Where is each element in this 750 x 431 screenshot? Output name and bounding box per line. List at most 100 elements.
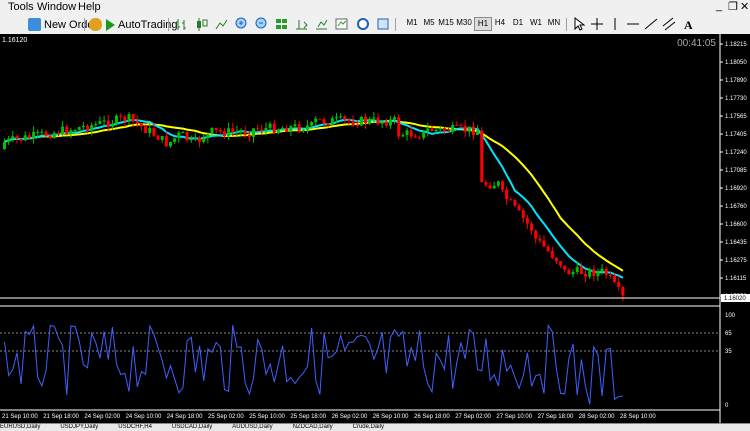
candle-body (32, 131, 36, 138)
candle-body (459, 125, 463, 127)
candle-body (442, 128, 446, 131)
chart-tab[interactable]: USDJPY,Daily (60, 424, 98, 430)
candle-body (164, 136, 168, 147)
candle-body (3, 141, 6, 149)
tf-m15[interactable]: M15 (438, 18, 454, 27)
zoom-in-icon[interactable] (235, 17, 247, 29)
candle-body (264, 127, 268, 132)
x-tick-label: 27 Sep 10:00 (496, 414, 532, 420)
line-chart-icon[interactable] (215, 19, 228, 30)
candle-body (484, 182, 488, 186)
autotrading-button[interactable]: AutoTrading (89, 17, 178, 32)
tf-m30[interactable]: M30 (456, 18, 472, 27)
candle-body (247, 134, 251, 137)
candle-body (102, 120, 106, 122)
cursor-icon[interactable] (574, 17, 586, 31)
x-tick-label: 27 Sep 18:00 (538, 414, 574, 420)
menu-tools[interactable]: Tools (8, 1, 34, 13)
text-tool-icon[interactable]: A (684, 18, 693, 32)
x-tick-label: 21 Sep 18:00 (43, 414, 79, 420)
candle-body (413, 136, 417, 138)
candle-body (256, 128, 260, 130)
candle-body (588, 269, 592, 277)
candle-body (27, 135, 31, 138)
price-label: 1.16120 (2, 37, 27, 44)
candle-body (310, 122, 314, 126)
candle-body (56, 132, 60, 135)
chart-tab[interactable]: NZDCAD,Daily (293, 424, 333, 430)
price-chart[interactable]: 1.16120 00:41:05 1.18215 1.18050 1.17890 1.17… (0, 34, 750, 423)
tf-m5[interactable]: M5 (421, 18, 437, 27)
chart-tab[interactable]: AUDUSD,Daily (232, 424, 272, 430)
candle-body (563, 265, 567, 270)
candle-body (380, 121, 384, 124)
candle-body (40, 131, 44, 133)
candle-body (52, 132, 56, 139)
y-tick-label: 1.16600 (725, 222, 747, 228)
candle-body (110, 123, 114, 127)
chart-tab[interactable]: USDCAD,Daily (172, 424, 212, 430)
candle-body (65, 126, 69, 134)
candle-body (542, 240, 546, 247)
candle-body (575, 267, 579, 272)
new-order-button[interactable]: New Order (28, 17, 97, 32)
tile-windows-icon[interactable] (276, 19, 287, 29)
minimize-icon[interactable]: _ (716, 0, 722, 12)
candle-body (139, 123, 143, 127)
candle-body (61, 126, 65, 135)
osc-tick-label: 65 (725, 331, 732, 337)
templates-icon[interactable] (377, 18, 389, 30)
autotrading-icon (89, 18, 102, 31)
chart-shift-icon[interactable] (296, 20, 308, 30)
candle-body (285, 127, 289, 132)
autoscroll-icon[interactable] (316, 19, 328, 30)
candle-body (534, 230, 538, 239)
y-tick-label: 1.17890 (725, 78, 747, 84)
tf-d1[interactable]: D1 (510, 18, 526, 27)
chart-tab[interactable]: EURUSD,Daily (0, 424, 40, 430)
candle-body (81, 125, 85, 128)
candle-body (227, 128, 231, 137)
candle-body (218, 130, 222, 132)
candle-body (48, 135, 52, 139)
candle-body (567, 269, 571, 275)
candle-body (7, 138, 11, 142)
chart-tab[interactable]: USDCHF,H4 (118, 424, 152, 430)
candlestick-icon[interactable] (197, 18, 208, 31)
tf-w1[interactable]: W1 (528, 18, 544, 27)
tf-m1[interactable]: M1 (404, 18, 420, 27)
menu-window[interactable]: Window (37, 1, 76, 13)
y-tick-label: 1.17085 (725, 168, 747, 174)
restore-icon[interactable]: ❐ (728, 0, 738, 13)
bar-timer: 00:41:05 (677, 38, 716, 49)
osc-tick-label: 100 (725, 313, 736, 319)
indicators-icon[interactable] (335, 18, 348, 30)
crosshair-icon[interactable] (591, 18, 603, 30)
candle-body (127, 114, 131, 122)
menu-help[interactable]: Help (78, 1, 101, 13)
channel-icon[interactable] (662, 17, 676, 31)
y-tick-label: 1.17565 (725, 114, 747, 120)
candle-body (268, 123, 272, 128)
zoom-out-icon[interactable] (255, 17, 267, 29)
candle-body (318, 118, 322, 120)
candle-body (276, 129, 280, 133)
periods-icon[interactable] (357, 18, 369, 30)
candle-body (185, 132, 189, 141)
candle-body (343, 116, 347, 120)
tf-h1[interactable]: H1 (474, 17, 492, 31)
close-icon[interactable]: ✕ (740, 0, 749, 13)
candle-body (335, 117, 338, 119)
candle-body (359, 116, 363, 126)
tf-h4[interactable]: H4 (492, 18, 508, 27)
candle-body (169, 141, 172, 147)
candle-body (69, 130, 73, 134)
candle-body (388, 119, 392, 126)
candle-body (222, 131, 226, 137)
trendline-icon[interactable] (644, 18, 658, 30)
candle-body (206, 133, 210, 139)
tf-mn[interactable]: MN (546, 18, 562, 27)
chart-tab[interactable]: Crude,Daily (353, 424, 384, 430)
bar-chart-icon[interactable] (176, 19, 186, 30)
x-tick-label: 28 Sep 02:00 (579, 414, 615, 420)
